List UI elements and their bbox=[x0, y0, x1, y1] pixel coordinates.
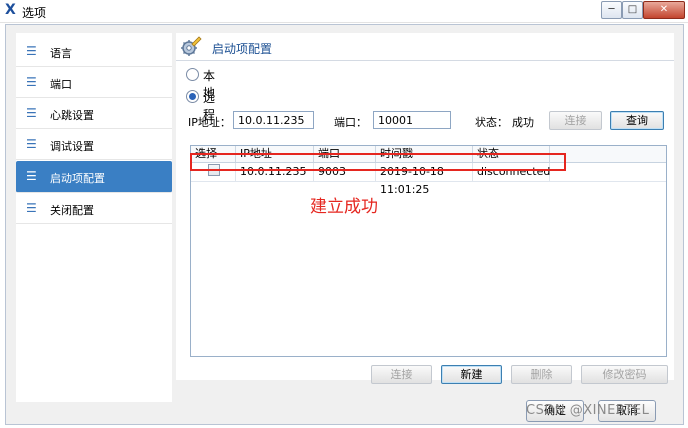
sidebar-item-shutdown-config[interactable]: ☰ 关闭配置 bbox=[16, 194, 172, 224]
list-icon: ☰ bbox=[26, 106, 37, 120]
change-password-button[interactable]: 修改密码 bbox=[581, 365, 668, 384]
highlight-box bbox=[190, 153, 566, 171]
delete-button[interactable]: 删除 bbox=[511, 365, 572, 384]
sidebar-item-label: 语言 bbox=[50, 47, 72, 60]
dialog-body: ☰ 语言 ☰ 端口 ☰ 心跳设置 ☰ 调试设置 ☰ 启动项配置 ☰ 关闭配置 启… bbox=[5, 24, 684, 425]
sidebar: ☰ 语言 ☰ 端口 ☰ 心跳设置 ☰ 调试设置 ☰ 启动项配置 ☰ 关闭配置 bbox=[16, 33, 172, 402]
list-icon: ☰ bbox=[26, 137, 37, 151]
new-button[interactable]: 新建 bbox=[441, 365, 502, 384]
sidebar-item-label: 调试设置 bbox=[50, 140, 94, 153]
query-button[interactable]: 查询 bbox=[610, 111, 664, 130]
maximize-button[interactable]: □ bbox=[622, 1, 643, 19]
sidebar-item-label: 关闭配置 bbox=[50, 204, 94, 217]
status-label: 状态： bbox=[475, 116, 508, 129]
port-label: 端口： bbox=[334, 116, 367, 129]
table-connect-button[interactable]: 连接 bbox=[371, 365, 432, 384]
connect-button[interactable]: 连接 bbox=[549, 111, 602, 130]
sidebar-item-startup-config[interactable]: ☰ 启动项配置 bbox=[16, 161, 172, 193]
sidebar-item-debug[interactable]: ☰ 调试设置 bbox=[16, 130, 172, 160]
ip-label: IP地址： bbox=[188, 116, 231, 129]
ip-input[interactable]: 10.0.11.235 bbox=[233, 111, 314, 129]
app-logo-icon: X bbox=[5, 2, 16, 18]
panel-title: 启动项配置 bbox=[212, 42, 273, 56]
sidebar-item-language[interactable]: ☰ 语言 bbox=[16, 37, 172, 67]
device-table: 选择 IP地址 端口 时间戳 状态 10.0.11.235 9003 2019-… bbox=[190, 145, 667, 357]
sidebar-item-label: 心跳设置 bbox=[50, 109, 94, 122]
gear-pencil-icon bbox=[181, 36, 202, 56]
panel-header: 启动项配置 bbox=[176, 33, 674, 61]
minimize-button[interactable]: ─ bbox=[601, 1, 622, 19]
radio-circle[interactable] bbox=[186, 90, 199, 103]
list-icon: ☰ bbox=[26, 44, 37, 58]
list-icon: ☰ bbox=[26, 75, 37, 89]
window-titlebar: X 选项 ─ □ ✕ bbox=[0, 0, 688, 23]
sidebar-item-label: 端口 bbox=[50, 78, 72, 91]
list-icon: ☰ bbox=[26, 169, 37, 183]
watermark: CSDN @XINERTEL bbox=[526, 403, 650, 418]
startup-config-panel: 启动项配置 本地 远程 IP地址： 10.0.11.235 端口： 10001 … bbox=[176, 33, 674, 384]
list-icon: ☰ bbox=[26, 201, 37, 215]
sidebar-item-label: 启动项配置 bbox=[50, 172, 105, 185]
close-button[interactable]: ✕ bbox=[643, 1, 685, 19]
sidebar-item-heartbeat[interactable]: ☰ 心跳设置 bbox=[16, 99, 172, 129]
annotation-text: 建立成功 bbox=[310, 197, 378, 217]
radio-circle[interactable] bbox=[186, 68, 199, 81]
sidebar-item-port[interactable]: ☰ 端口 bbox=[16, 68, 172, 98]
port-input[interactable]: 10001 bbox=[373, 111, 451, 129]
status-value: 成功 bbox=[512, 116, 534, 129]
window-title: 选项 bbox=[22, 6, 47, 20]
